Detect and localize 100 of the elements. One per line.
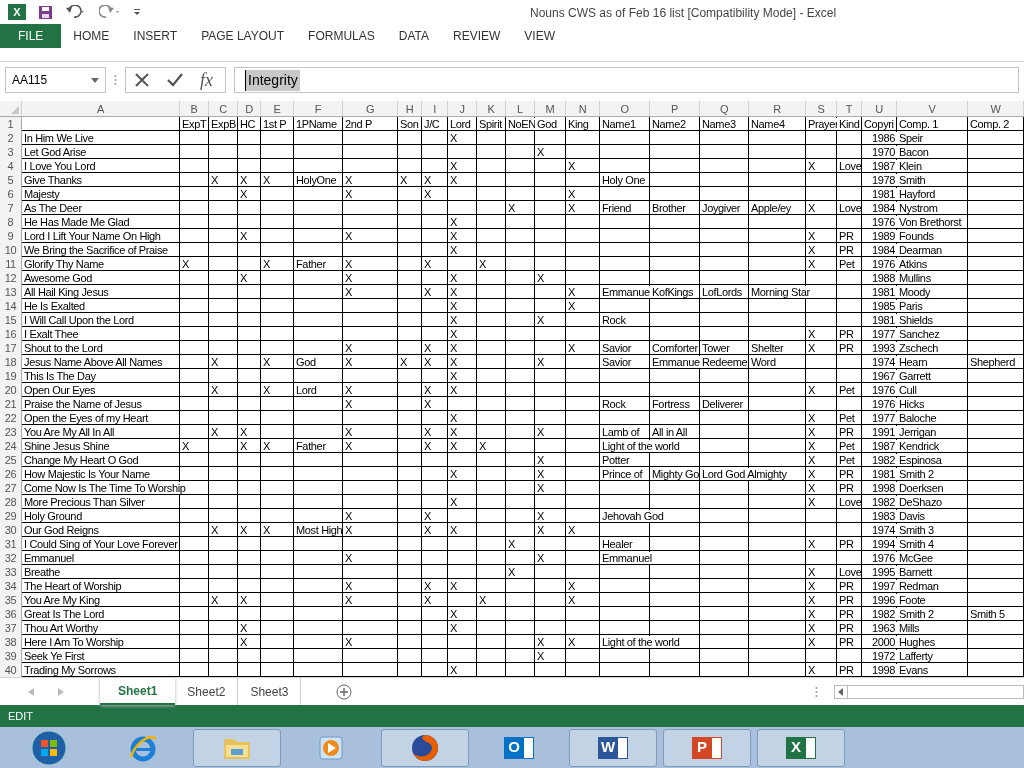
row-number[interactable]: 10 [0,243,22,257]
cell-text: Evans [897,664,928,676]
row-number[interactable]: 37 [0,621,22,635]
row-number[interactable]: 40 [0,663,22,677]
row-number[interactable]: 16 [0,327,22,341]
row-number[interactable]: 13 [0,285,22,299]
column-header[interactable]: O [600,101,650,116]
customize-icon[interactable] [133,7,141,17]
row-number[interactable]: 32 [0,551,22,565]
row-number[interactable]: 36 [0,607,22,621]
row-number[interactable]: 5 [0,173,22,187]
ribbon-tab[interactable]: FORMULAS [296,24,387,48]
row-number[interactable]: 39 [0,649,22,663]
row-number[interactable]: 34 [0,579,22,593]
column-header[interactable]: N [566,101,600,116]
row-number[interactable]: 3 [0,145,22,159]
cell-text: X [566,202,575,214]
cell-text: I Love You Lord [22,160,96,172]
excel-icon[interactable]: X [8,4,26,20]
row-number[interactable]: 23 [0,425,22,439]
cell-text: X [448,496,457,508]
cell-text: He Is Exalted [22,300,85,312]
cell-text: Emmanuel [600,552,652,564]
horizontal-scrollbar[interactable] [834,684,1024,699]
cell-text: Atkins [897,258,927,270]
sheet-tab[interactable]: Sheet1 [100,678,176,705]
column-header[interactable]: U [862,101,897,116]
row-number[interactable]: 12 [0,271,22,285]
new-sheet-icon[interactable] [336,683,353,700]
ribbon-tab[interactable]: FILE [0,24,62,48]
column-header[interactable]: J [448,101,477,116]
column-header[interactable]: C [209,101,238,116]
column-header[interactable]: Q [700,101,749,116]
row-number[interactable]: 22 [0,411,22,425]
row-number[interactable]: 18 [0,355,22,369]
name-box[interactable]: AA115 [5,67,106,93]
row-number[interactable]: 26 [0,467,22,481]
column-header[interactable]: D [238,101,261,116]
row-number[interactable]: 33 [0,565,22,579]
cell-text: X [343,636,352,648]
row-number[interactable]: 38 [0,635,22,649]
column-header[interactable]: T [837,101,862,116]
row-number[interactable]: 6 [0,187,22,201]
ribbon-tab[interactable]: INSERT [121,24,190,48]
ribbon-tab[interactable]: HOME [61,24,122,48]
column-header[interactable]: B [180,101,209,116]
ribbon-tab[interactable]: VIEW [512,24,567,48]
row-number[interactable]: 28 [0,495,22,509]
ribbon-tab[interactable]: PAGE LAYOUT [189,24,297,48]
save-icon[interactable] [38,4,53,20]
column-header[interactable]: W [968,101,1024,116]
start-button[interactable] [31,729,67,766]
cell-text: Spirit [477,118,502,130]
row-number[interactable]: 20 [0,383,22,397]
column-header[interactable]: A [22,101,180,116]
dropdown-icon[interactable] [91,77,99,83]
ribbon-tab[interactable]: DATA [386,24,441,48]
redo-icon[interactable] [99,5,121,19]
cell-text: Shine Jesus Shine [22,440,110,452]
column-header[interactable]: S [806,101,837,116]
scroll-left-icon[interactable] [838,687,843,696]
column-header[interactable]: V [897,101,968,116]
row-number[interactable]: 1 [0,117,22,131]
row-number[interactable]: 11 [0,257,22,271]
column-header[interactable]: M [535,101,566,116]
row-number[interactable]: 14 [0,299,22,313]
row-number[interactable]: 21 [0,397,22,411]
row-number[interactable]: 4 [0,159,22,173]
enter-icon[interactable] [166,72,184,88]
row-number[interactable]: 35 [0,593,22,607]
column-header[interactable]: K [477,101,506,116]
column-header[interactable]: E [261,101,294,116]
media-player-icon[interactable] [317,733,345,762]
ribbon-tab[interactable]: REVIEW [441,24,513,48]
column-header[interactable]: F [294,101,343,116]
row-number[interactable]: 27 [0,481,22,495]
formula-input[interactable]: Integrity [234,67,1019,93]
row-number[interactable]: 7 [0,201,22,215]
row-number[interactable]: 9 [0,229,22,243]
column-header[interactable]: L [506,101,535,116]
cancel-icon[interactable] [134,72,150,88]
cell-text: 1972 [871,650,897,662]
row-number[interactable]: 30 [0,523,22,537]
row-number[interactable]: 19 [0,369,22,383]
cell-text: X [238,426,247,438]
row-number[interactable]: 24 [0,439,22,453]
column-header[interactable]: P [650,101,700,116]
row-number[interactable]: 8 [0,215,22,229]
column-header[interactable]: H [398,101,422,116]
undo-icon[interactable] [65,5,87,19]
column-header[interactable]: G [343,101,398,116]
row-number[interactable]: 31 [0,537,22,551]
row-number[interactable]: 2 [0,131,22,145]
row-number[interactable]: 25 [0,453,22,467]
row-number[interactable]: 15 [0,313,22,327]
row-number[interactable]: 17 [0,341,22,355]
column-header[interactable]: I [422,101,448,116]
column-header[interactable]: R [749,101,806,116]
insert-function-button[interactable]: fx [200,66,217,94]
row-number[interactable]: 29 [0,509,22,523]
